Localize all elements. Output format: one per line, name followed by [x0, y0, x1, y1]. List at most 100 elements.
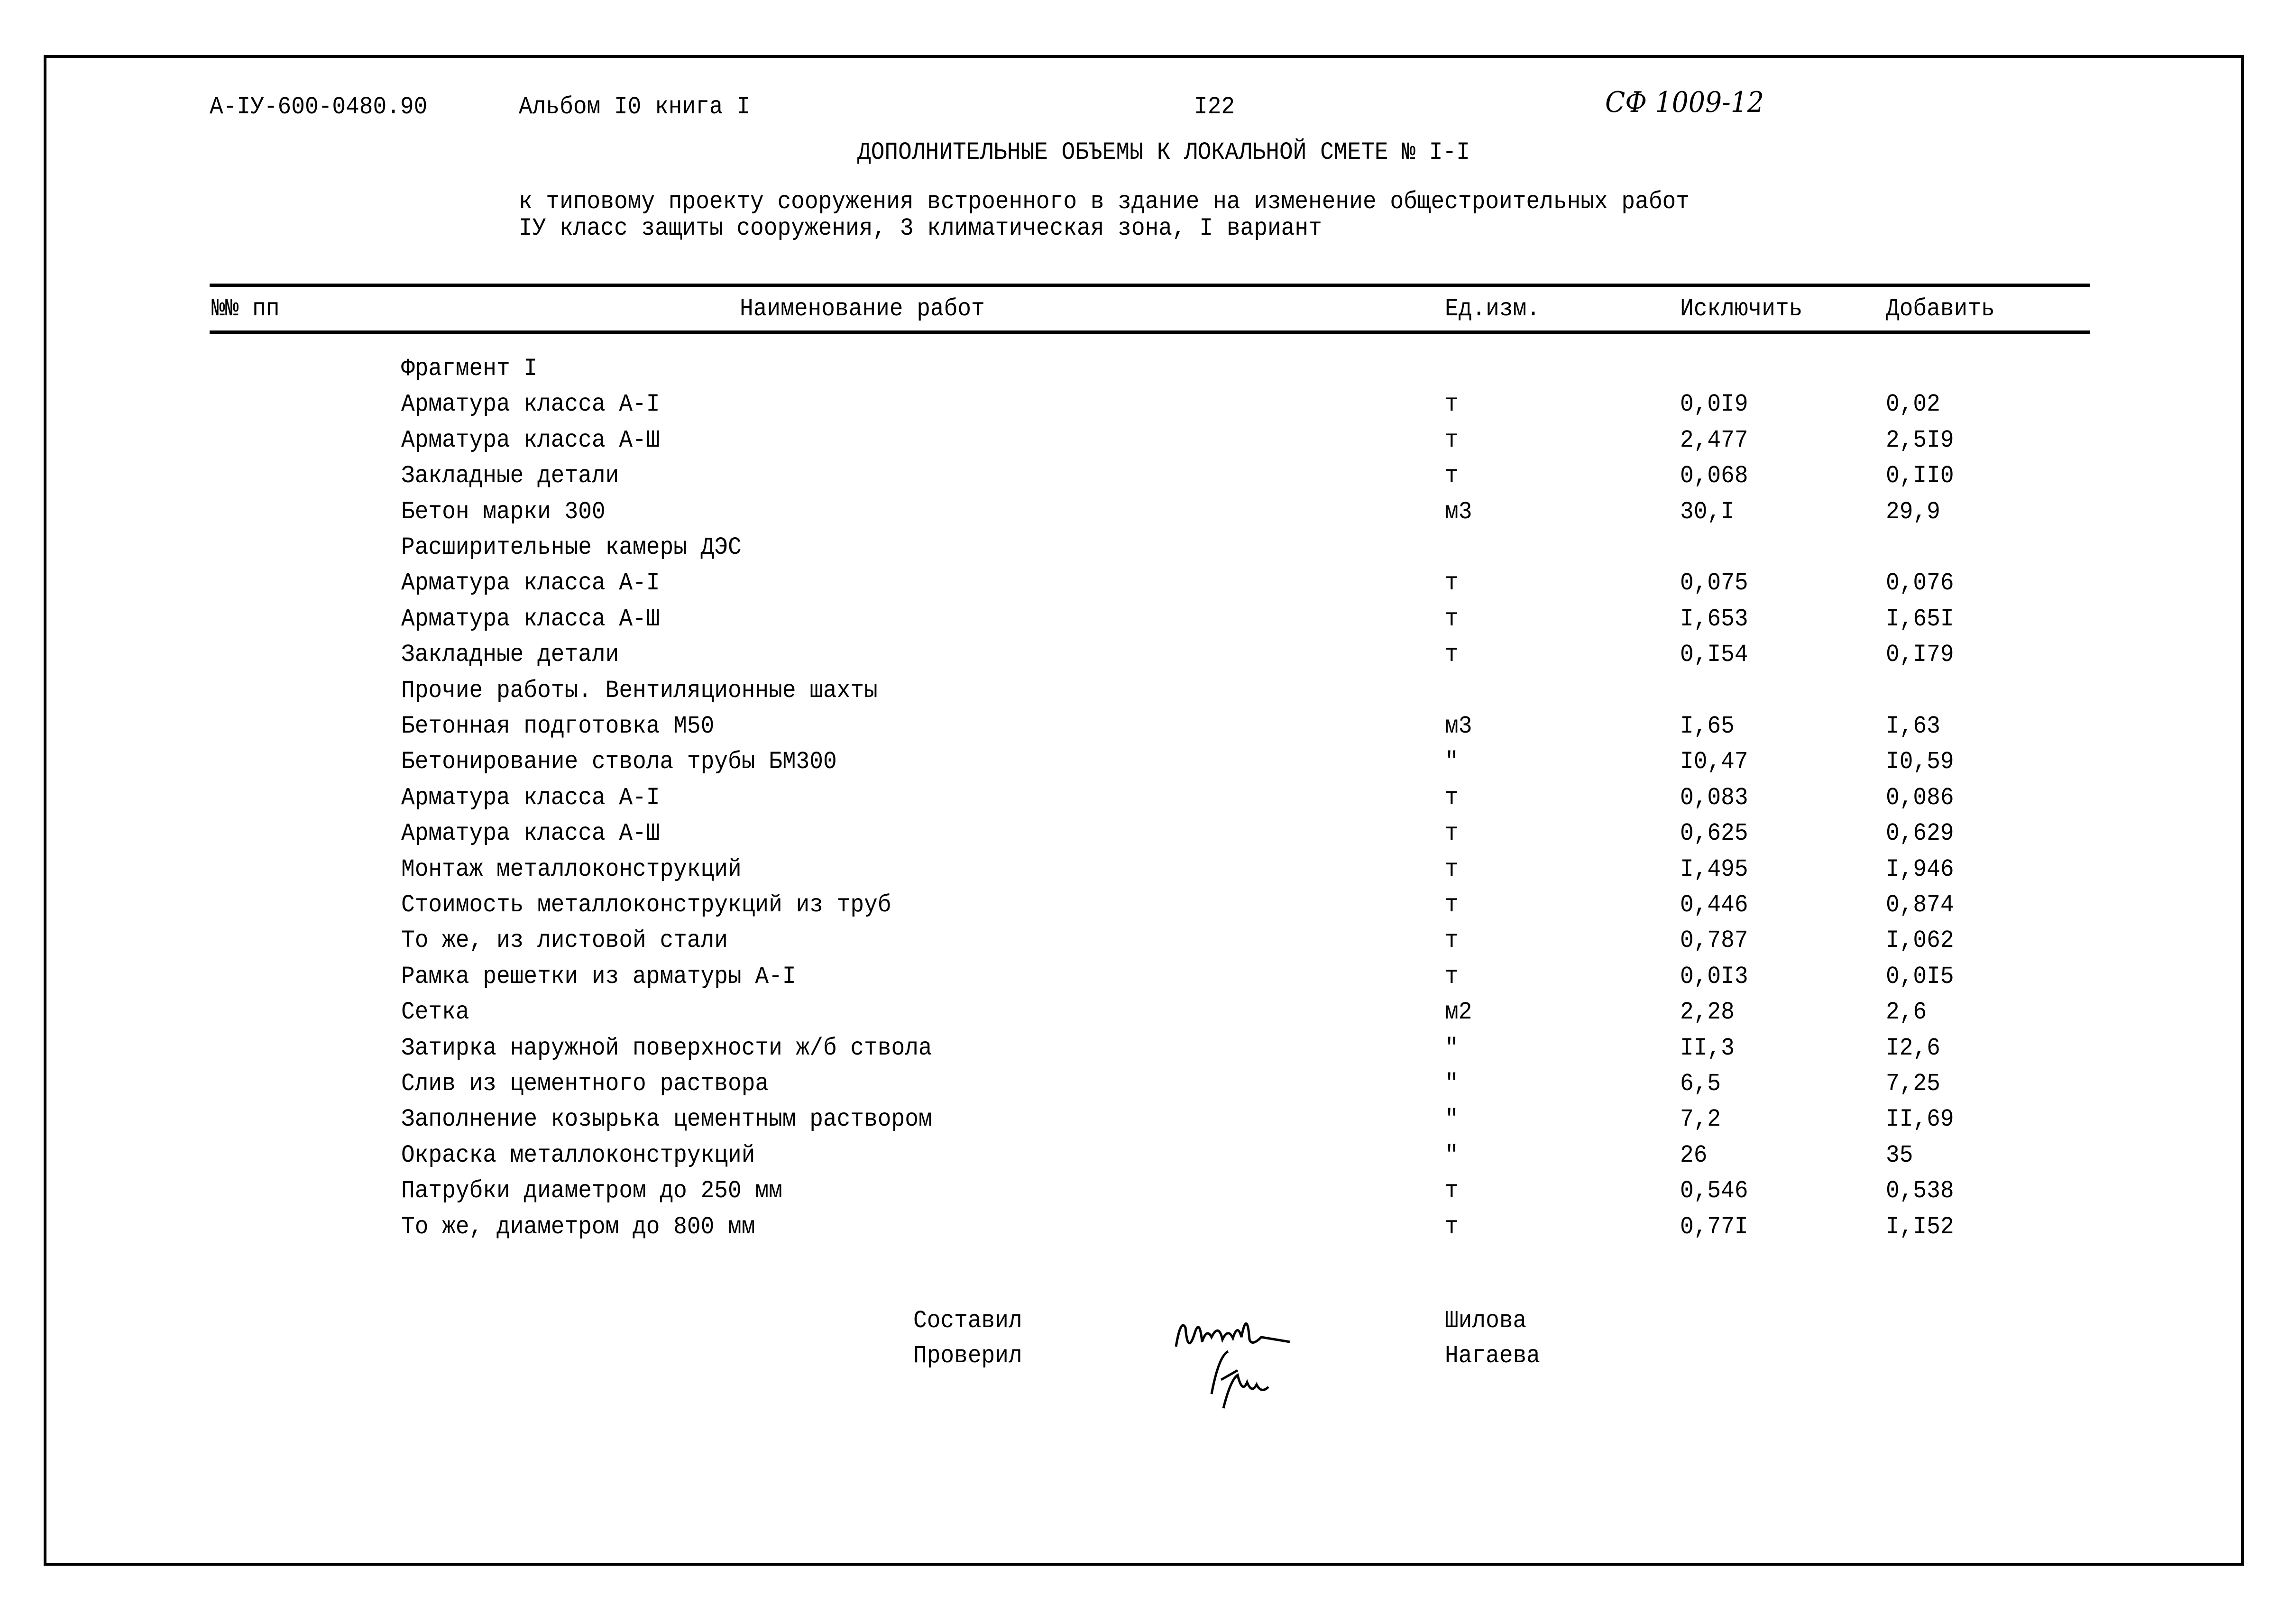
checked-by-label: Проверил: [913, 1342, 1022, 1370]
table-row: Окраска металлоконструкций " 26 35: [0, 1141, 2296, 1170]
cell-add: 2,6: [1886, 998, 1927, 1027]
cell-add: 0,086: [1886, 783, 1954, 812]
table-row: Арматура класса А-I т 0,0I9 0,02: [0, 390, 2296, 419]
handwritten-reference: СФ 1009-12: [1605, 86, 1764, 119]
document-code: А-IУ-600-0480.90: [210, 93, 428, 121]
cell-name: Бетон марки 300: [401, 497, 606, 526]
cell-name: Арматура класса А-I: [401, 783, 660, 812]
cell-add: I,946: [1886, 855, 1954, 883]
cell-exclude: 0,625: [1680, 819, 1748, 848]
table-row: Бетонирование ствола трубы БМ300 " I0,47 I0…: [0, 748, 2296, 776]
cell-exclude: 6,5: [1680, 1070, 1721, 1098]
cell-exclude: I0,47: [1680, 748, 1748, 776]
cell-exclude: 30,I: [1680, 497, 1735, 526]
table-row: Слив из цементного раствора " 6,5 7,25: [0, 1070, 2296, 1098]
column-header-exclude: Исключить: [1680, 295, 1803, 323]
table-top-rule: [210, 284, 2090, 287]
table-row: Заполнение козырька цементным раствором "…: [0, 1105, 2296, 1134]
cell-unit: т: [1445, 462, 1459, 490]
cell-unit: т: [1445, 569, 1459, 597]
cell-add: I2,6: [1886, 1034, 1940, 1062]
cell-name: Арматура класса А-Ш: [401, 426, 660, 454]
cell-name: Рамка решетки из арматуры А-I: [401, 962, 796, 991]
table-section-row: Расширительные камеры ДЭС: [0, 533, 2296, 562]
cell-exclude: 2,28: [1680, 998, 1735, 1027]
cell-exclude: 0,0I9: [1680, 390, 1748, 419]
table-row: Арматура класса А-Ш т 2,477 2,5I9: [0, 426, 2296, 455]
cell-exclude: 0,075: [1680, 569, 1748, 597]
table-row: То же, из листовой стали т 0,787 I,062: [0, 927, 2296, 955]
table-row: Арматура класса А-Ш т I,653 I,65I: [0, 605, 2296, 633]
cell-add: 0,076: [1886, 569, 1954, 597]
table-section-row: Фрагмент I: [0, 355, 2296, 383]
cell-add: 0,874: [1886, 891, 1954, 919]
cell-add: 0,I79: [1886, 641, 1954, 669]
table-section-row: Прочие работы. Вентиляционные шахты: [0, 677, 2296, 705]
cell-unit: т: [1445, 927, 1459, 955]
cell-add: 29,9: [1886, 497, 1940, 526]
table-row: Арматура класса А-I т 0,075 0,076: [0, 569, 2296, 597]
cell-add: 35: [1886, 1141, 1913, 1169]
table-row: Патрубки диаметром до 250 мм т 0,546 0,538: [0, 1177, 2296, 1205]
cell-unit: т: [1445, 962, 1459, 991]
cell-unit: т: [1445, 641, 1459, 669]
column-header-number: №№ пп: [211, 295, 280, 323]
cell-unit: м2: [1445, 998, 1472, 1027]
cell-name: Стоимость металлоконструкций из труб: [401, 891, 891, 919]
cell-name: Сетка: [401, 998, 469, 1027]
cell-unit: ": [1445, 1141, 1459, 1169]
cell-exclude: 0,546: [1680, 1177, 1748, 1205]
table-row: Бетонная подготовка М50 м3 I,65 I,63: [0, 712, 2296, 741]
table-row: Рамка решетки из арматуры А-I т 0,0I3 0,0I5: [0, 963, 2296, 991]
table-row: Арматура класса А-I т 0,083 0,086: [0, 784, 2296, 812]
cell-add: I,63: [1886, 712, 1940, 740]
cell-name: Арматура класса А-Ш: [401, 819, 660, 848]
cell-name: То же, диаметром до 800 мм: [401, 1212, 755, 1241]
cell-name: Окраска металлоконструкций: [401, 1141, 755, 1169]
cell-name: Прочие работы. Вентиляционные шахты: [401, 676, 878, 705]
cell-unit: т: [1445, 891, 1459, 919]
cell-unit: т: [1445, 1212, 1459, 1241]
cell-unit: ": [1445, 748, 1459, 776]
table-row: Закладные детали т 0,068 0,II0: [0, 462, 2296, 490]
subtitle-line-1: к типовому проекту сооружения встроенног…: [519, 188, 1690, 216]
cell-add: 0,538: [1886, 1177, 1954, 1205]
cell-add: 2,5I9: [1886, 426, 1954, 454]
cell-exclude: I,65: [1680, 712, 1735, 740]
cell-add: 0,629: [1886, 819, 1954, 848]
cell-exclude: 0,77I: [1680, 1212, 1748, 1241]
cell-name: То же, из листовой стали: [401, 927, 728, 955]
table-row: Бетон марки 300 м3 30,I 29,9: [0, 498, 2296, 526]
cell-unit: т: [1445, 390, 1459, 419]
cell-unit: т: [1445, 819, 1459, 848]
cell-name: Монтаж металлоконструкций: [401, 855, 742, 883]
cell-add: 7,25: [1886, 1070, 1940, 1098]
cell-unit: т: [1445, 1177, 1459, 1205]
table-row: Затирка наружной поверхности ж/б ствола "…: [0, 1034, 2296, 1063]
compiled-by-name: Шилова: [1445, 1307, 1527, 1335]
cell-name: Арматура класса А-I: [401, 569, 660, 597]
cell-name: Арматура класса А-I: [401, 390, 660, 419]
signature-stroke-compiled: [1175, 1322, 1290, 1347]
cell-name: Бетонирование ствола трубы БМ300: [401, 748, 837, 776]
cell-add: I0,59: [1886, 748, 1954, 776]
cell-unit: ": [1445, 1034, 1459, 1062]
cell-add: 0,02: [1886, 390, 1940, 419]
cell-exclude: 0,446: [1680, 891, 1748, 919]
subtitle-line-2: IУ класс защиты сооружения, 3 климатичес…: [519, 214, 1322, 242]
cell-unit: м3: [1445, 712, 1472, 740]
cell-name: Арматура класса А-Ш: [401, 605, 660, 633]
cell-exclude: I,653: [1680, 605, 1748, 633]
table-row: Стоимость металлоконструкций из труб т 0,4…: [0, 891, 2296, 919]
cell-name: Патрубки диаметром до 250 мм: [401, 1177, 782, 1205]
cell-unit: м3: [1445, 497, 1472, 526]
table-row: Монтаж металлоконструкций т I,495 I,946: [0, 855, 2296, 884]
column-header-name: Наименование работ: [740, 295, 985, 323]
cell-name: Бетонная подготовка М50: [401, 712, 715, 740]
cell-exclude: 26: [1680, 1141, 1708, 1169]
cell-name: Затирка наружной поверхности ж/б ствола: [401, 1034, 932, 1062]
cell-unit: т: [1445, 605, 1459, 633]
cell-unit: т: [1445, 855, 1459, 883]
cell-exclude: II,3: [1680, 1034, 1735, 1062]
table-header-bottom-rule: [210, 330, 2090, 334]
